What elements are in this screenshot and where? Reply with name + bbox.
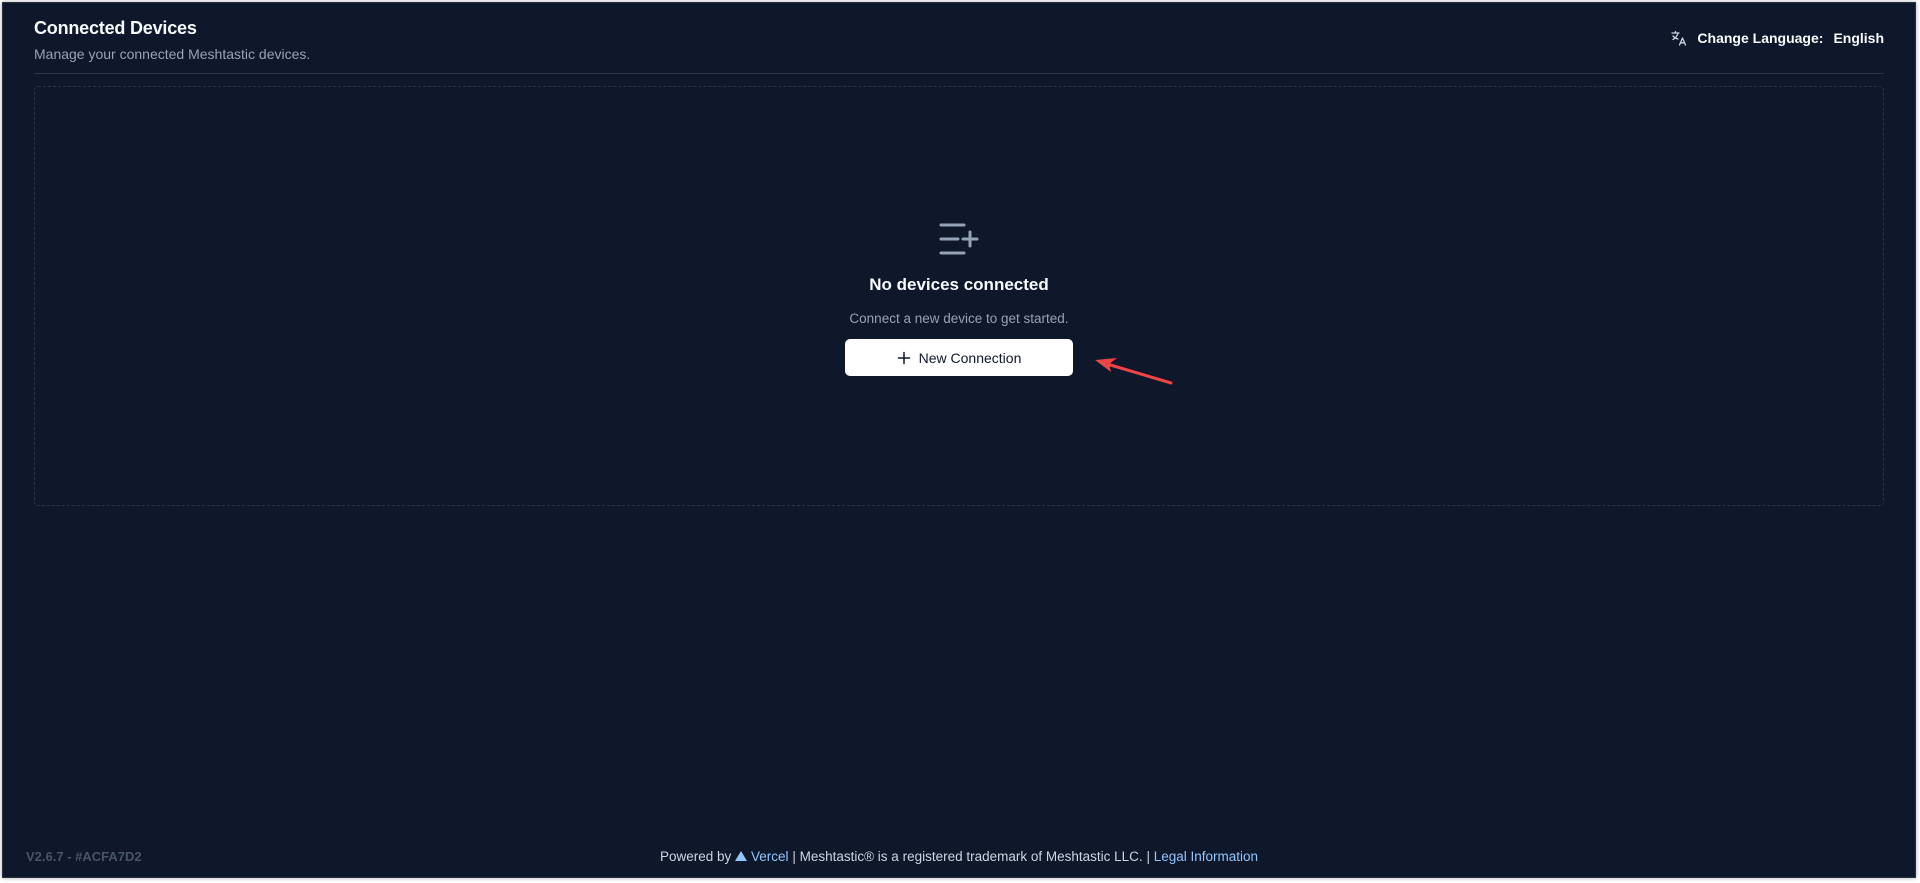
translate-icon	[1670, 29, 1688, 47]
empty-state-title: No devices connected	[869, 275, 1049, 294]
header-divider	[34, 73, 1884, 74]
vercel-link-label: Vercel	[751, 849, 789, 864]
vercel-logo-icon	[735, 851, 748, 861]
legal-information-link[interactable]: Legal Information	[1154, 849, 1258, 864]
arrow-annotation-icon	[1095, 358, 1173, 385]
footer: V2.6.7 - #ACFA7D2 Powered by Vercel | Me…	[3, 849, 1915, 869]
page-subtitle: Manage your connected Meshtastic devices…	[34, 46, 311, 62]
devices-empty-panel: No devices connected Connect a new devic…	[34, 86, 1884, 506]
new-connection-button[interactable]: New Connection	[845, 339, 1073, 376]
powered-by-text: Powered by	[659, 849, 732, 864]
empty-state-description: Connect a new device to get started.	[849, 311, 1069, 326]
footer-separator: |	[792, 849, 796, 864]
empty-state: No devices connected Connect a new devic…	[35, 222, 1883, 376]
page-title: Connected Devices	[34, 18, 197, 38]
change-language-button[interactable]: Change Language: English	[1670, 29, 1884, 47]
current-language: English	[1833, 30, 1884, 46]
vercel-link[interactable]: Vercel	[735, 849, 789, 864]
new-connection-label: New Connection	[918, 349, 1022, 366]
app-window: Connected Devices Manage your connected …	[2, 2, 1916, 878]
trademark-text: Meshtastic® is a registered trademark of…	[799, 849, 1143, 864]
change-language-label: Change Language:	[1697, 30, 1824, 46]
page-header: Connected Devices Manage your connected …	[34, 17, 1884, 63]
footer-credits: Powered by Vercel | Meshtastic® is a reg…	[3, 849, 1915, 864]
list-plus-icon	[939, 222, 979, 256]
plus-icon	[897, 351, 911, 365]
footer-separator: |	[1146, 849, 1150, 864]
